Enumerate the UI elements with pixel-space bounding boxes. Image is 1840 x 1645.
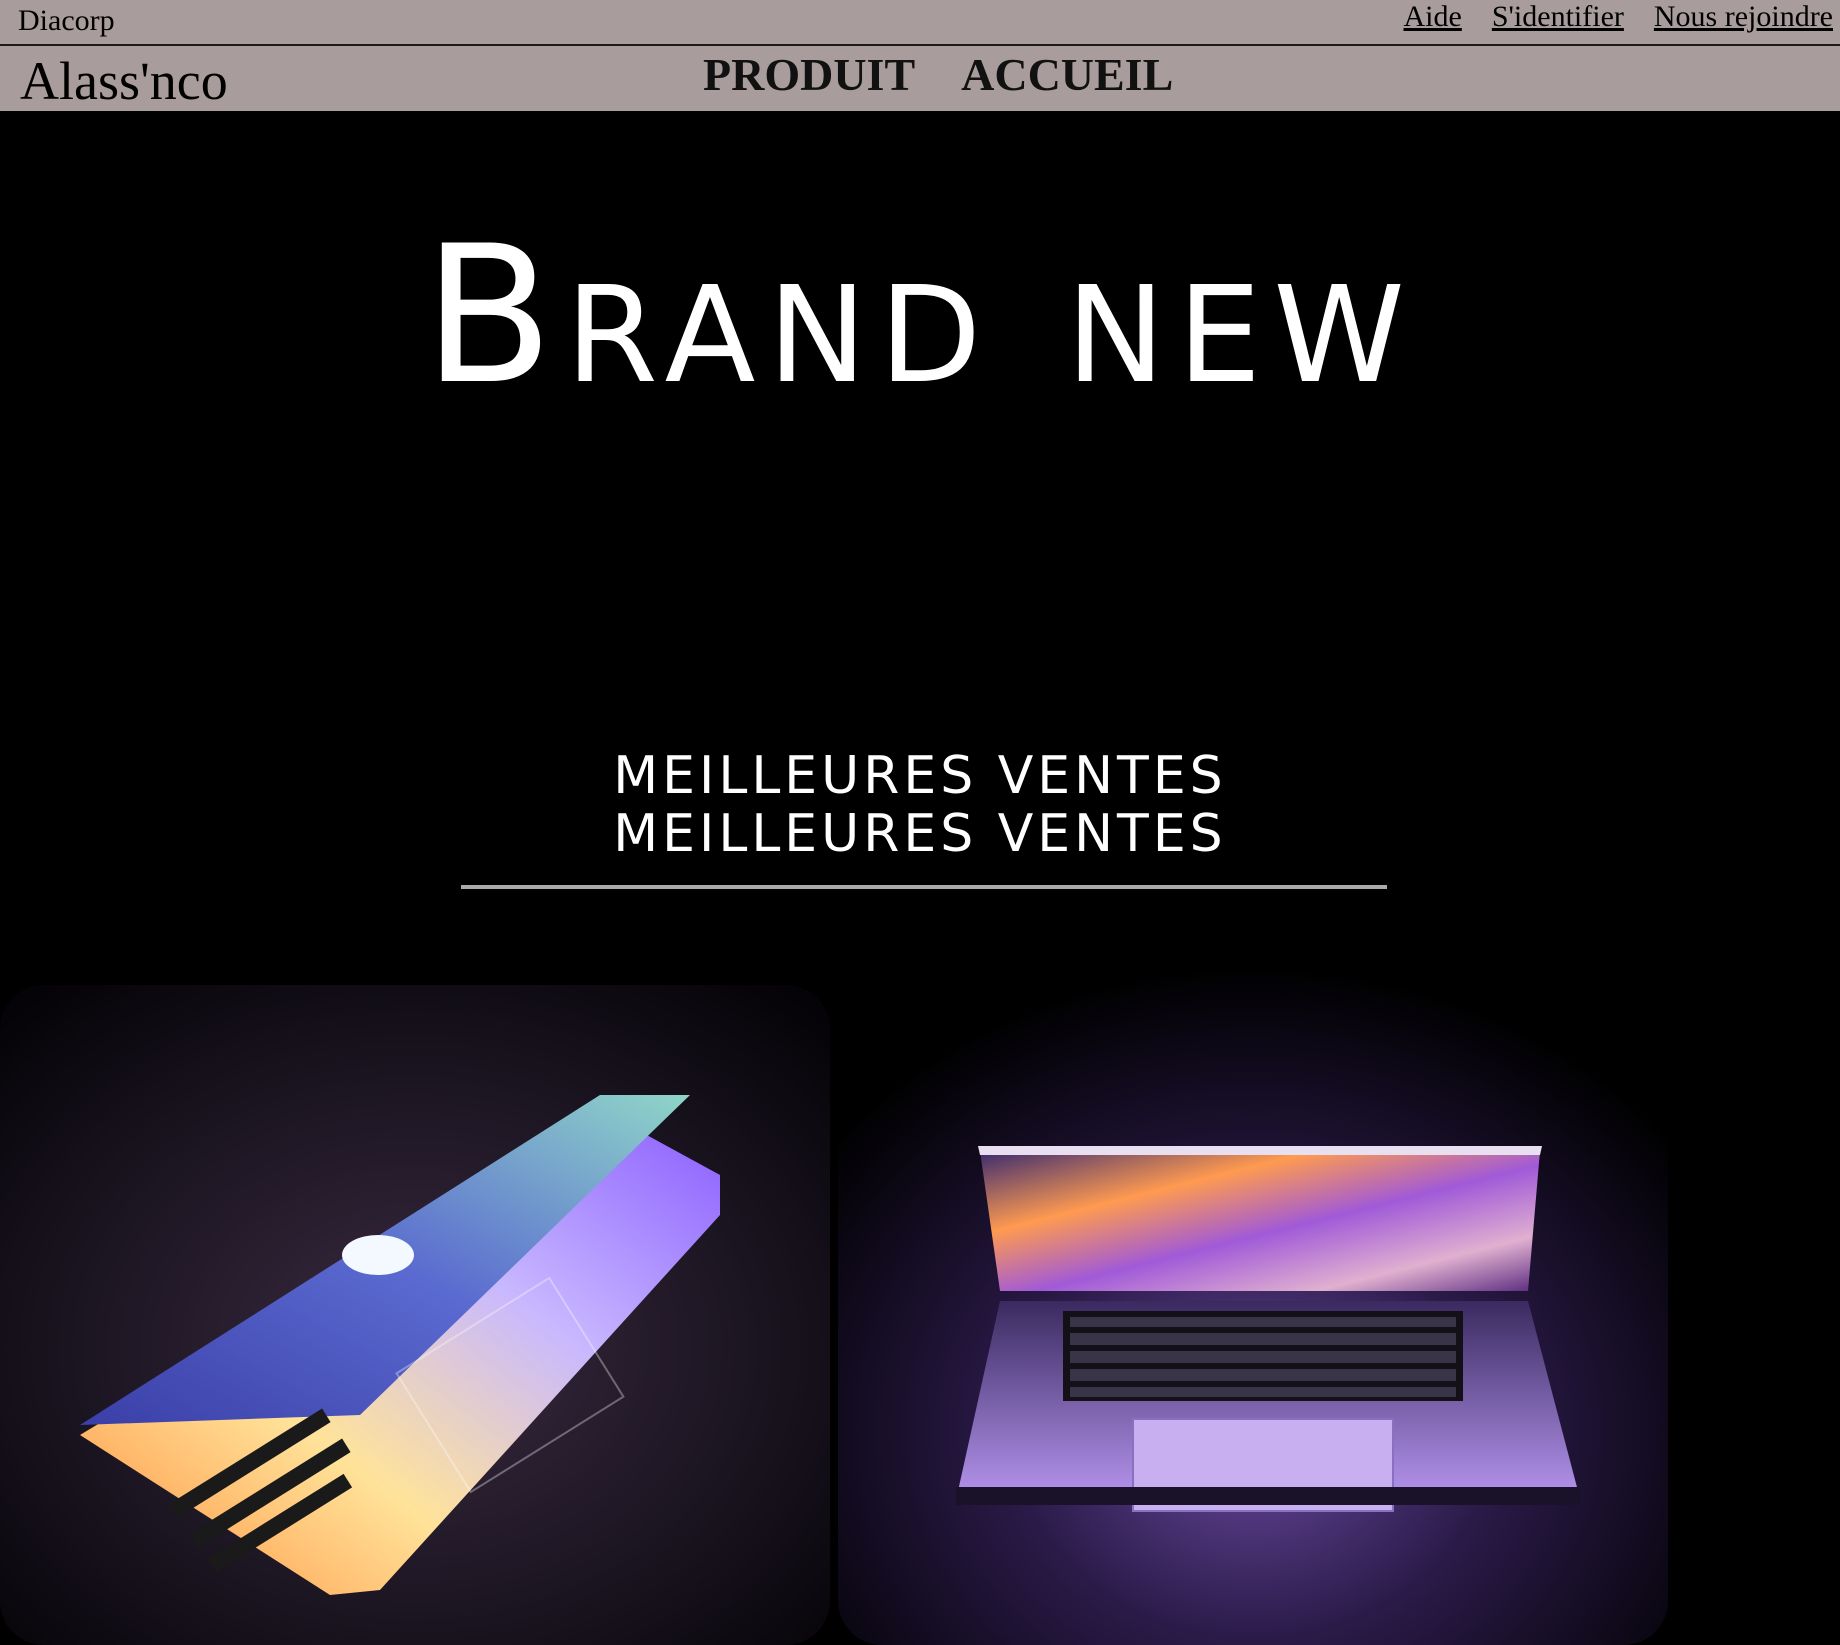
help-link[interactable]: Aide [1404, 0, 1462, 34]
nav-item-accueil[interactable]: ACCUEIL [961, 48, 1173, 101]
product-image-laptop-closed[interactable] [0, 985, 830, 1645]
best-sellers-heading: meilleures ventes meilleures ventes [0, 747, 1840, 863]
best-sellers-heading-line-1: meilleures ventes [613, 746, 1227, 806]
hero-title: Brand new [423, 205, 1417, 426]
login-link[interactable]: S'identifier [1492, 0, 1624, 34]
laptop-half-open-illustration [0, 985, 830, 1645]
hero-section: Brand new meilleures ventes meilleures v… [0, 111, 1840, 1645]
section-divider [461, 885, 1387, 889]
nav-item-produit[interactable]: PRODUIT [703, 48, 915, 101]
top-utility-bar: Diacorp Aide S'identifier Nous rejoindre [0, 0, 1840, 46]
main-navbar: Alass'nco PRODUIT ACCUEIL [0, 46, 1840, 111]
main-menu: PRODUIT ACCUEIL [703, 48, 1173, 101]
best-sellers-heading-line-2: meilleures ventes [613, 804, 1227, 864]
company-name: Diacorp [18, 4, 115, 37]
join-link[interactable]: Nous rejoindre [1654, 0, 1833, 34]
laptop-open-illustration [838, 931, 1668, 1645]
product-image-laptop-open[interactable] [838, 931, 1668, 1645]
site-logo[interactable]: Alass'nco [20, 50, 228, 112]
utility-links: Aide S'identifier Nous rejoindre [1404, 0, 1834, 34]
